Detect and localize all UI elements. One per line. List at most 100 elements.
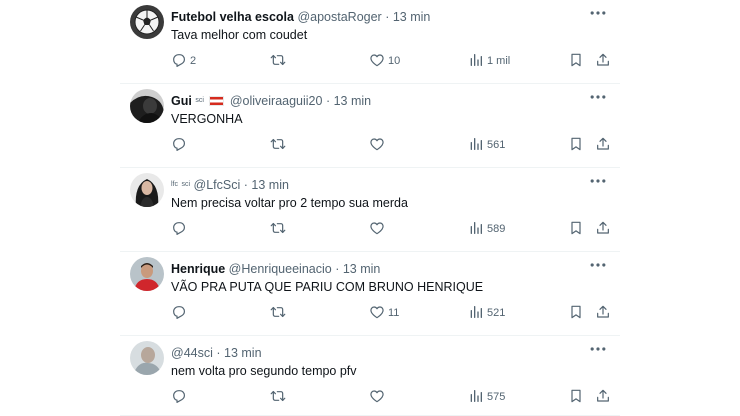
retweet-icon	[270, 52, 286, 68]
tweet-reply[interactable]: @44sci · 13 min nem volta pro segundo te…	[120, 336, 620, 416]
tweet-reply[interactable]: lfc sci @LfcSci · 13 min Nem precisa vol…	[120, 168, 620, 252]
author-handle[interactable]: @apostaRoger	[297, 10, 381, 24]
views-button[interactable]: 1 mil	[468, 52, 510, 70]
timestamp[interactable]: 13 min	[251, 178, 289, 192]
heart-icon	[369, 136, 385, 152]
like-button[interactable]	[369, 388, 385, 406]
tweet-text: Tava melhor com coudet	[171, 28, 308, 42]
name-suffix: sci	[195, 97, 204, 104]
name-suffix: sci	[181, 181, 191, 188]
bookmark-icon	[568, 388, 584, 404]
tweet-actions: 2 10 1 mil	[171, 52, 610, 70]
share-button[interactable]	[595, 388, 611, 406]
author-name[interactable]: Futebol velha escola	[171, 10, 294, 24]
reply-icon	[171, 304, 187, 320]
tweet-actions: 589	[171, 220, 610, 238]
retweet-icon	[270, 388, 286, 404]
heart-icon	[369, 304, 385, 320]
author-handle[interactable]: @Henriqueeinacio	[229, 262, 332, 276]
tweet-reply[interactable]: Futebol velha escola @apostaRoger · 13 m…	[120, 0, 620, 84]
timestamp[interactable]: 13 min	[343, 262, 381, 276]
tweet-text: VÃO PRA PUTA QUE PARIU COM BRUNO HENRIQU…	[171, 280, 484, 294]
dark-profile-photo-icon	[130, 89, 164, 123]
bar-chart-icon	[468, 136, 484, 152]
more-options-button[interactable]	[588, 340, 608, 358]
views-button[interactable]: 575	[468, 388, 505, 406]
share-button[interactable]	[595, 52, 611, 70]
bookmark-icon	[568, 136, 584, 152]
reply-icon	[171, 52, 187, 68]
avatar[interactable]	[130, 173, 164, 207]
retweet-button[interactable]	[270, 52, 286, 70]
retweet-button[interactable]	[270, 388, 286, 406]
heart-icon	[369, 388, 385, 404]
bookmark-icon	[568, 220, 584, 236]
avatar[interactable]	[130, 5, 164, 39]
more-options-button[interactable]	[588, 88, 608, 106]
like-button[interactable]	[369, 220, 385, 238]
views-button[interactable]: 561	[468, 136, 505, 154]
views-button[interactable]: 589	[468, 220, 505, 238]
bookmark-button[interactable]	[568, 304, 584, 322]
more-options-button[interactable]	[588, 256, 608, 274]
more-options-button[interactable]	[588, 4, 608, 22]
retweet-button[interactable]	[270, 136, 286, 154]
share-icon	[595, 136, 611, 152]
retweet-button[interactable]	[270, 220, 286, 238]
separator-dot: ·	[243, 178, 248, 192]
like-button[interactable]	[369, 136, 385, 154]
reply-icon	[171, 136, 187, 152]
tweet-header: @44sci · 13 min	[171, 344, 620, 362]
separator-dot: ·	[325, 94, 331, 108]
author-handle[interactable]: @LfcSci	[194, 178, 241, 192]
like-count: 11	[388, 307, 400, 319]
reply-button[interactable]	[171, 304, 187, 322]
share-button[interactable]	[595, 304, 611, 322]
view-count: 521	[487, 307, 506, 319]
avatar[interactable]	[130, 89, 164, 123]
man-red-shirt-photo-icon	[130, 257, 164, 291]
author-handle[interactable]: @oliveiraaguii20	[230, 94, 323, 108]
tweet-reply[interactable]: Gui sci @oliveiraaguii20 · 13 min VERGON…	[120, 84, 620, 168]
reply-count: 2	[190, 55, 197, 67]
timestamp[interactable]: 13 min	[224, 346, 262, 360]
separator-dot: ·	[335, 262, 340, 276]
like-button[interactable]: 11	[369, 304, 399, 322]
retweet-button[interactable]	[270, 304, 286, 322]
view-count: 575	[487, 391, 506, 403]
timestamp[interactable]: 13 min	[393, 10, 431, 24]
tweet-text: VERGONHA	[171, 112, 243, 126]
bookmark-icon	[568, 52, 584, 68]
author-name[interactable]: Henrique	[171, 262, 225, 276]
avatar[interactable]	[130, 257, 164, 291]
reply-button[interactable]: 2	[171, 52, 196, 70]
bookmark-button[interactable]	[568, 52, 584, 70]
woman-photo-icon	[130, 173, 164, 207]
replies-feed: Futebol velha escola @apostaRoger · 13 m…	[120, 0, 620, 416]
tweet-reply[interactable]: Henrique @Henriqueeinacio · 13 min VÃO P…	[120, 252, 620, 336]
author-name[interactable]: lfc	[171, 181, 178, 188]
timestamp[interactable]: 13 min	[334, 94, 372, 108]
bookmark-button[interactable]	[568, 388, 584, 406]
more-dots-icon	[588, 88, 608, 106]
views-button[interactable]: 521	[468, 304, 505, 322]
reply-icon	[171, 388, 187, 404]
more-dots-icon	[588, 4, 608, 22]
tweet-header: Henrique @Henriqueeinacio · 13 min	[171, 260, 620, 278]
bar-chart-icon	[468, 388, 484, 404]
author-handle[interactable]: @44sci	[171, 346, 213, 360]
reply-button[interactable]	[171, 220, 187, 238]
more-options-button[interactable]	[588, 172, 608, 190]
reply-button[interactable]	[171, 388, 187, 406]
avatar[interactable]	[130, 341, 164, 375]
bookmark-button[interactable]	[568, 136, 584, 154]
tweet-actions: 561	[171, 136, 610, 154]
share-button[interactable]	[595, 136, 611, 154]
reply-button[interactable]	[171, 136, 187, 154]
share-button[interactable]	[595, 220, 611, 238]
bar-chart-icon	[468, 304, 484, 320]
retweet-icon	[270, 136, 286, 152]
author-name[interactable]: Gui	[171, 94, 192, 108]
like-button[interactable]: 10	[369, 52, 400, 70]
bookmark-button[interactable]	[568, 220, 584, 238]
